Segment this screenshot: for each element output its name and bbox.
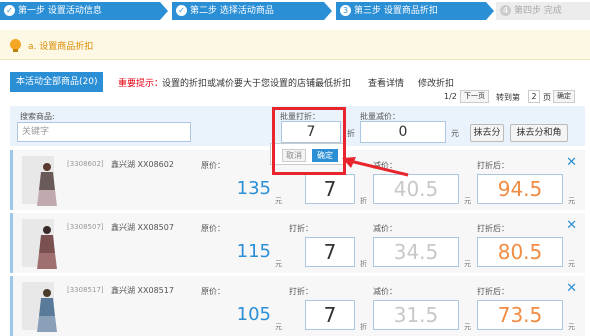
final-unit: 元 (568, 323, 575, 331)
warning-label: 重要提示： (118, 79, 164, 89)
discount-unit: 折 (360, 323, 367, 331)
page-unit: 页 (543, 93, 551, 102)
product-image (22, 282, 57, 332)
page-info: 1/2 (444, 92, 457, 101)
section-header: a. 设置商品折扣 (0, 30, 590, 60)
final-unit: 元 (568, 260, 575, 268)
orig-price: 115 (236, 241, 271, 262)
product-name: 鑫兴湖 XX08507 (111, 223, 174, 232)
lightbulb-icon (10, 39, 21, 52)
reduce-label: 减价： (373, 287, 397, 296)
orig-unit: 元 (275, 260, 282, 268)
red-arrow-icon (342, 157, 409, 177)
final-price-input[interactable]: 94.5 (477, 174, 563, 204)
reduce-unit: 元 (464, 260, 471, 268)
step-4-label: 第四步 完成 (514, 6, 562, 16)
step-arrow-icon (160, 2, 168, 20)
product-image (22, 156, 57, 206)
final-price-input[interactable]: 80.5 (477, 237, 563, 267)
reduce-input[interactable]: 31.5 (373, 300, 459, 330)
search-input[interactable]: 关键字 (17, 122, 191, 142)
discount-input[interactable]: 7 (305, 300, 355, 330)
close-icon[interactable]: ✕ (566, 155, 577, 170)
step-4-number: 4 (500, 5, 511, 16)
view-details-link[interactable]: 查看详情 (368, 76, 404, 89)
step-1: ✓ 第一步 设置活动信息 (0, 2, 160, 20)
final-unit: 元 (568, 197, 575, 205)
orig-price: 105 (236, 304, 271, 325)
reduce-unit: 元 (464, 197, 471, 205)
step-3-label: 第三步 设置商品折扣 (354, 6, 438, 16)
step-arrow-icon (486, 2, 494, 20)
orig-unit: 元 (275, 323, 282, 331)
close-icon[interactable]: ✕ (566, 281, 577, 296)
goto-label: 转到第 (496, 93, 520, 102)
erase-cents-button[interactable]: 抹去分 (470, 124, 504, 142)
section-title: a. 设置商品折扣 (28, 42, 94, 52)
page-number-input[interactable]: 2 (528, 90, 540, 103)
step-3: 3 第三步 设置商品折扣 (336, 2, 486, 20)
discount-input[interactable]: 7 (305, 237, 355, 267)
reduce-input[interactable]: 34.5 (373, 237, 459, 267)
product-name: 鑫兴湖 XX08602 (111, 160, 174, 169)
final-price-label: 打折后： (477, 161, 509, 170)
product-image (22, 219, 57, 269)
product-name: 鑫兴湖 XX08517 (111, 286, 174, 295)
product-code: [3308507] (67, 223, 104, 231)
final-price-label: 打折后： (477, 287, 509, 296)
dress-photo-icon (37, 226, 57, 269)
step-3-number: 3 (340, 5, 351, 16)
product-code: [3308517] (67, 286, 104, 294)
orig-unit: 元 (275, 197, 282, 205)
tab-all-products[interactable]: 本活动全部商品(20) (10, 72, 104, 92)
next-page-button[interactable]: 下一页 (460, 90, 489, 103)
discount-unit: 折 (360, 260, 367, 268)
erase-cents-jiao-button[interactable]: 抹去分和角 (510, 124, 568, 142)
step-progress-bar: ✓ 第一步 设置活动信息 ✓ 第二步 选择活动商品 3 第三步 设置商品折扣 4… (0, 0, 590, 22)
edit-discount-link[interactable]: 修改折扣 (418, 76, 454, 89)
product-row: [3308517] 鑫兴湖 XX08517 原价： 105 元 打折： 7 折 … (10, 276, 585, 336)
orig-price-label: 原价： (201, 287, 225, 296)
batch-reduce-unit: 元 (451, 129, 459, 138)
product-code: [3308602] (67, 160, 104, 168)
step-2-check-icon: ✓ (176, 5, 187, 16)
product-row: [3308507] 鑫兴湖 XX08507 原价： 115 元 打折： 7 折 … (10, 213, 585, 273)
step-2-label: 第二步 选择活动商品 (190, 6, 274, 16)
discount-label: 打折： (289, 224, 313, 233)
orig-price-label: 原价： (201, 161, 225, 170)
orig-price-label: 原价： (201, 224, 225, 233)
step-4: 4 第四步 完成 (496, 2, 590, 20)
discount-unit: 折 (360, 197, 367, 205)
dress-photo-icon (37, 289, 57, 332)
final-price-label: 打折后： (477, 224, 509, 233)
search-label: 搜索商品: (20, 112, 55, 121)
orig-price: 135 (236, 178, 271, 199)
discount-label: 打折： (289, 287, 313, 296)
batch-discount-unit: 折 (347, 129, 355, 138)
step-arrow-icon (324, 2, 332, 20)
final-price-input[interactable]: 73.5 (477, 300, 563, 330)
page-confirm-button[interactable]: 确定 (553, 90, 575, 103)
step-1-check-icon: ✓ (4, 5, 15, 16)
reduce-unit: 元 (464, 323, 471, 331)
close-icon[interactable]: ✕ (566, 218, 577, 233)
highlight-box (272, 107, 346, 175)
reduce-label: 减价： (373, 224, 397, 233)
warning-text: 设置的折扣或减价要大于您设置的店铺最低折扣 (162, 79, 352, 89)
step-1-label: 第一步 设置活动信息 (18, 6, 102, 16)
dress-photo-icon (37, 163, 57, 206)
batch-reduce-input[interactable]: 0 (360, 121, 446, 143)
step-2: ✓ 第二步 选择活动商品 (172, 2, 324, 20)
